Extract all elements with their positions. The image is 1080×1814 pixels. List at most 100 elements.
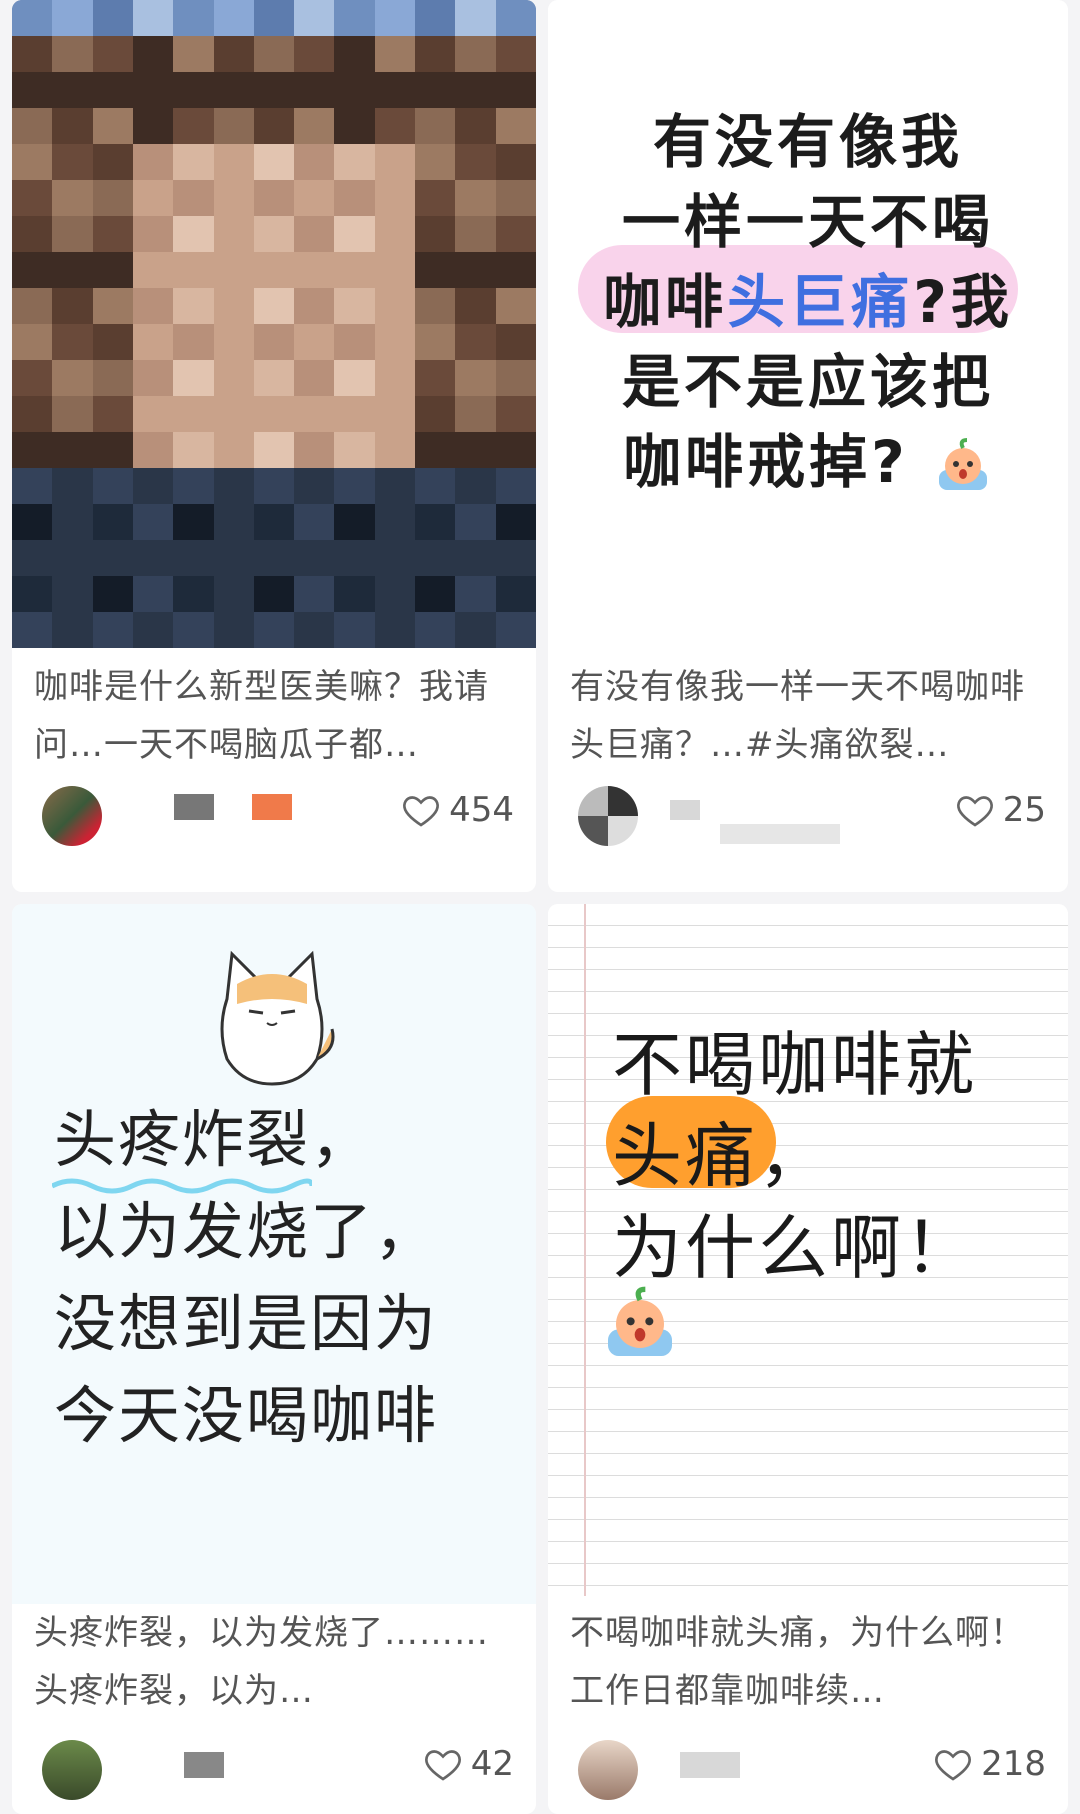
mosaic-pixel [12, 324, 53, 360]
mosaic-pixel [374, 504, 416, 540]
crying-peach-emoji [938, 437, 987, 490]
mosaic-pixel [374, 360, 416, 396]
mosaic-pixel [213, 468, 254, 504]
mosaic-pixel [455, 504, 496, 540]
post-image-2[interactable]: 有没有像我 一样一天不喝 咖啡头巨痛?我 是不是应该把 咖啡戒掉? [548, 0, 1068, 630]
mosaic-pixel [132, 432, 174, 468]
highlighted-text: 头痛 [612, 1115, 758, 1197]
mosaic-pixel [455, 144, 496, 180]
mosaic-pixel [92, 252, 133, 288]
mosaic-pixel [253, 288, 295, 324]
mosaic-pixel [92, 540, 133, 576]
mosaic-pixel [213, 540, 254, 576]
mosaic-pixel [52, 108, 93, 144]
mosaic-pixel [173, 468, 214, 504]
mosaic-pixel [213, 432, 254, 468]
mosaic-pixel [92, 396, 133, 432]
mosaic-pixel [213, 576, 254, 612]
mosaic-pixel [253, 144, 295, 180]
post-title-1[interactable]: 咖啡是什么新型医美嘛？我请问…一天不喝脑瓜子都… [34, 658, 514, 774]
text-segment: ， [758, 1115, 831, 1197]
heart-outline-icon [956, 796, 993, 827]
avatar[interactable] [42, 786, 102, 846]
mosaic-pixel [92, 108, 133, 144]
mosaic-pixel [294, 288, 335, 324]
mosaic-pixel [455, 432, 496, 468]
mosaic-pixel [415, 144, 456, 180]
like-button[interactable]: 218 [933, 1744, 1046, 1784]
mosaic-pixel [334, 468, 375, 504]
mosaic-pixel [92, 324, 133, 360]
mosaic-pixel [12, 144, 53, 180]
mosaic-pixel [495, 360, 536, 396]
post-image-3[interactable]: 头疼炸裂， 以为发烧了， 没想到是因为 今天没喝咖啡 [12, 904, 536, 1604]
username-blur [680, 1752, 740, 1778]
like-button[interactable]: 42 [423, 1744, 514, 1784]
avatar[interactable] [578, 786, 638, 846]
mosaic-pixel [52, 288, 93, 324]
post-card-4[interactable]: 不喝咖啡就 头痛， 为什么啊！ 不喝咖啡就头痛，为什么啊！ 工作日都靠咖啡续… … [548, 904, 1068, 1814]
mosaic-pixel [132, 468, 174, 504]
post-title-2[interactable]: 有没有像我一样一天不喝咖啡头巨痛？…#头痛欲裂… [570, 658, 1046, 774]
mosaic-pixel [495, 432, 536, 468]
mosaic-pixel [253, 72, 295, 108]
mosaic-pixel [374, 396, 416, 432]
mosaic-pixel [294, 72, 335, 108]
mosaic-pixel [253, 36, 295, 72]
like-count: 42 [470, 1744, 514, 1784]
mosaic-pixel [132, 396, 174, 432]
mosaic-pixel [334, 576, 375, 612]
mosaic-pixel [334, 612, 375, 648]
mosaic-pixel [374, 216, 416, 252]
mosaic-pixel [12, 504, 53, 540]
mosaic-pixel [294, 180, 335, 216]
mosaic-pixel [52, 396, 93, 432]
post-card-2[interactable]: 有没有像我 一样一天不喝 咖啡头巨痛?我 是不是应该把 咖啡戒掉? 有没有像我一… [548, 0, 1068, 892]
mosaic-pixel [173, 36, 214, 72]
post-card-1[interactable]: 咖啡是什么新型医美嘛？我请问…一天不喝脑瓜子都… 454 [12, 0, 536, 892]
post-meta-3: 42 [34, 1734, 514, 1804]
mosaic-pixel [253, 360, 295, 396]
post-card-3[interactable]: 头疼炸裂， 以为发烧了， 没想到是因为 今天没喝咖啡 头疼炸裂，以为发烧了………… [12, 904, 536, 1814]
post-image-4[interactable]: 不喝咖啡就 头痛， 为什么啊！ [548, 904, 1068, 1596]
mosaic-pixel [213, 216, 254, 252]
avatar[interactable] [578, 1740, 638, 1800]
mosaic-pixel [173, 360, 214, 396]
like-button[interactable]: 454 [401, 790, 514, 830]
post-title-3[interactable]: 头疼炸裂，以为发烧了……… 头疼炸裂，以为… [34, 1604, 514, 1720]
post-image-1[interactable] [12, 0, 536, 648]
mosaic-pixel [415, 540, 456, 576]
mosaic-pixel [92, 180, 133, 216]
mosaic-pixel [294, 540, 335, 576]
mosaic-pixel [12, 612, 53, 648]
mosaic-pixel [415, 288, 456, 324]
mosaic-pixel [213, 360, 254, 396]
mosaic-pixel [294, 216, 335, 252]
image-text-line: 咖啡头巨痛?我 [548, 255, 1068, 339]
like-button[interactable]: 25 [955, 790, 1046, 830]
mosaic-pixel [173, 432, 214, 468]
mosaic-pixel [415, 612, 456, 648]
mosaic-pixel [92, 576, 133, 612]
mosaic-pixel [253, 108, 295, 144]
mosaic-pixel [455, 36, 496, 72]
mosaic-pixel [455, 0, 496, 36]
mosaic-pixel [374, 324, 416, 360]
mosaic-pixel [253, 216, 295, 252]
avatar[interactable] [42, 1740, 102, 1800]
mosaic-pixel [415, 324, 456, 360]
mosaic-pixel [92, 0, 133, 36]
like-count: 25 [1002, 790, 1046, 830]
heart-outline-icon [403, 796, 440, 827]
mosaic-pixel [495, 468, 536, 504]
post-title-4[interactable]: 不喝咖啡就头痛，为什么啊！ 工作日都靠咖啡续… [570, 1604, 1046, 1720]
heart-outline-icon [935, 1750, 972, 1781]
mosaic-pixel [455, 540, 496, 576]
mosaic-pixel [415, 0, 456, 36]
mosaic-pixel [52, 504, 93, 540]
image-text-line: 是不是应该把 [621, 348, 994, 416]
mosaic-pixel [12, 540, 53, 576]
mosaic-pixel [12, 0, 53, 36]
mosaic-pixel [213, 324, 254, 360]
mosaic-pixel [132, 612, 174, 648]
